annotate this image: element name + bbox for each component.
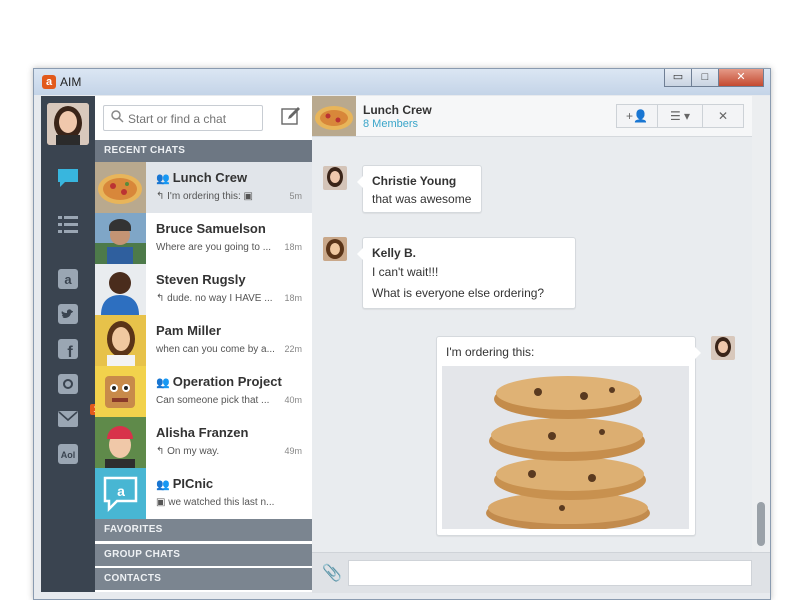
menu-button[interactable]: ☰ ▾	[657, 104, 703, 128]
close-button[interactable]: ✕	[718, 69, 764, 87]
chat-time: 22m	[284, 344, 302, 354]
section-favorites[interactable]: FAVORITES	[95, 519, 312, 541]
instagram-icon[interactable]	[56, 373, 80, 395]
chat-name: Bruce Samuelson	[156, 221, 266, 236]
aol-icon[interactable]: Aol	[56, 443, 80, 465]
window-title: AIM	[60, 75, 82, 89]
conversation-thumb	[312, 96, 356, 136]
chat-preview: Where are you going to ...	[156, 242, 272, 253]
user-avatar[interactable]	[47, 103, 89, 145]
scrollbar-thumb[interactable]	[757, 502, 765, 546]
chat-row-steven-rugsly[interactable]: Steven Rugsly ↰ dude. no way I HAVE ... …	[95, 264, 312, 316]
search-box[interactable]	[103, 105, 263, 131]
chat-name: Alisha Franzen	[156, 425, 249, 440]
composer: 📎	[312, 552, 770, 593]
window-controls: ▭ □ ✕	[664, 69, 764, 87]
svg-text:Aol: Aol	[61, 450, 76, 460]
messages-scrollbar[interactable]	[752, 96, 770, 552]
conversation-title: Lunch Crew	[363, 103, 432, 117]
chat-time: 49m	[284, 446, 302, 456]
add-user-button[interactable]: +👤	[616, 104, 658, 128]
maximize-button[interactable]: □	[691, 69, 719, 87]
conversation-pane: Lunch Crew 8 Members +👤 ☰ ▾ ✕ Christie Y…	[312, 96, 770, 593]
group-icon: 👥	[156, 377, 170, 389]
chat-preview: ↰ On my way.	[156, 446, 220, 457]
own-avatar[interactable]	[711, 336, 735, 360]
compose-button[interactable]	[278, 105, 304, 131]
chat-thumb-man-cap	[95, 213, 146, 264]
chat-thumb-pizza	[95, 162, 146, 213]
list-icon[interactable]	[56, 213, 80, 235]
compose-icon	[281, 107, 300, 125]
chat-thumb-cartoon	[95, 366, 146, 417]
header-buttons: +👤 ☰ ▾ ✕	[616, 104, 744, 128]
chat-preview: Can someone pick that ...	[156, 395, 270, 406]
members-link[interactable]: 8 Members	[363, 118, 418, 130]
mail-icon[interactable]: 1	[56, 404, 101, 430]
chat-thumb-woman-hat	[95, 417, 146, 468]
chat-bubble-icon[interactable]	[56, 167, 80, 189]
chat-row-picnic[interactable]: a 👥 PICnic ▣ we watched this last n...	[95, 468, 312, 520]
group-icon: 👥	[156, 479, 170, 491]
svg-text:f: f	[67, 344, 73, 360]
message-input[interactable]	[348, 560, 752, 586]
chat-row-pam-miller[interactable]: Pam Miller when can you come by a... 22m	[95, 315, 312, 367]
facebook-icon[interactable]: f	[56, 338, 80, 361]
chat-preview: ▣ we watched this last n...	[156, 497, 275, 508]
twitter-icon[interactable]	[56, 303, 80, 325]
chat-row-bruce-samuelson[interactable]: Bruce Samuelson Where are you going to .…	[95, 213, 312, 265]
message-text: I'm ordering this:	[446, 345, 535, 359]
chat-name: Lunch Crew	[172, 170, 248, 185]
chat-row-operation-project[interactable]: 👥 Operation Project Can someone pick that…	[95, 366, 312, 418]
message-sender: Christie Young	[372, 174, 457, 188]
own-message-bubble: I'm ordering this:	[436, 336, 701, 536]
aim-logo-icon: a	[42, 75, 56, 89]
aim-icon[interactable]: a	[56, 268, 80, 290]
title-bar: a AIM ▭ □ ✕	[34, 69, 770, 95]
chat-time: 5m	[289, 191, 302, 201]
section-recent-chats[interactable]: RECENT CHATS	[95, 140, 312, 162]
chat-name: Pam Miller	[156, 323, 222, 338]
chat-preview: ↰ I'm ordering this: ▣	[156, 191, 253, 202]
chat-thumb-man-blue	[95, 264, 146, 315]
sender-avatar-kelly[interactable]	[323, 237, 347, 261]
chat-list-panel: RECENT CHATS 👥Lunch Crew ↰ I'm ordering …	[95, 96, 312, 592]
paperclip-icon[interactable]: 📎	[322, 563, 342, 583]
conversation-header: Lunch Crew 8 Members +👤 ☰ ▾ ✕	[312, 96, 752, 137]
message-sender: Kelly B.	[372, 246, 417, 260]
group-icon: 👥	[156, 173, 170, 185]
section-contacts[interactable]: CONTACTS	[95, 568, 312, 590]
chat-preview: when can you come by a...	[156, 344, 275, 355]
svg-text:a: a	[64, 272, 72, 287]
chat-thumb-woman-sun	[95, 315, 146, 366]
close-chat-button[interactable]: ✕	[702, 104, 744, 128]
chat-name: Operation Project	[172, 374, 282, 389]
sender-avatar-christie[interactable]	[323, 166, 347, 190]
message-bubble: Kelly B. I can't wait!!! What is everyon…	[357, 237, 576, 309]
minimize-button[interactable]: ▭	[664, 69, 692, 87]
chat-name: Steven Rugsly	[156, 272, 246, 287]
message-text: I can't wait!!!	[372, 265, 439, 279]
cookies-photo[interactable]	[442, 366, 689, 529]
chat-row-lunch-crew[interactable]: 👥 Lunch Crew ↰ I'm ordering this: ▣ 5m	[95, 162, 312, 214]
search-icon	[110, 109, 124, 123]
chat-name: PICnic	[172, 476, 214, 491]
chat-time: 18m	[284, 242, 302, 252]
message-text: What is everyone else ordering?	[372, 286, 545, 300]
section-group-chats[interactable]: GROUP CHATS	[95, 544, 312, 566]
chat-preview: ↰ dude. no way I HAVE ...	[156, 293, 273, 304]
chat-thumb-aim-logo: a	[95, 468, 146, 519]
left-rail: a f 1 Aol	[41, 96, 101, 592]
chat-time: 18m	[284, 293, 302, 303]
svg-text:a: a	[117, 483, 125, 499]
chat-time: 40m	[284, 395, 302, 405]
message-text: that was awesome	[372, 192, 472, 206]
chat-row-alisha-franzen[interactable]: Alisha Franzen ↰ On my way. 49m	[95, 417, 312, 469]
search-input[interactable]	[126, 109, 260, 128]
aim-window: a AIM ▭ □ ✕ a f Aol Start or find a chat…	[33, 68, 771, 600]
message-bubble: Christie Young that was awesome	[357, 165, 482, 213]
